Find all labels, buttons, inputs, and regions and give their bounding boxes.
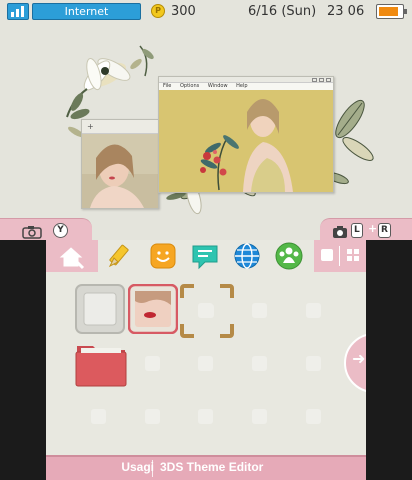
right-bezel [366, 240, 412, 480]
theme-editor-label: 3DS Theme Editor [160, 460, 264, 474]
arrow-right-icon: ➜ [352, 349, 366, 368]
left-bezel [0, 240, 46, 480]
grid-slot [91, 409, 106, 424]
top-screen: Internet P 300 6/16 (Sun) 23 06 + File O… [0, 0, 412, 240]
wallpaper: + File Options Window Help [0, 24, 412, 240]
status-bar: Internet P 300 6/16 (Sun) 23 06 [0, 0, 412, 24]
cursor-brackets-icon [180, 284, 234, 338]
menu-help[interactable]: Help [236, 83, 247, 89]
menu-window[interactable]: Window [208, 83, 228, 89]
view-toggle-icon [321, 246, 359, 266]
selection-cursor [180, 284, 234, 338]
portrait-photo-2 [159, 90, 333, 192]
notifications-tool[interactable] [190, 241, 220, 271]
empty-slot-app[interactable] [75, 284, 125, 334]
home-settings-icon [59, 247, 85, 270]
front-window-menubar: File Options Window Help [159, 83, 333, 90]
grid-slot [145, 356, 160, 371]
camera-icon-right [333, 226, 347, 238]
front-window-titlebar [159, 77, 333, 83]
portrait-photo-1 [82, 134, 158, 208]
bottom-screen: ➜ Usagi 3DS Theme Editor [46, 240, 366, 480]
friend-list-tool[interactable] [274, 241, 304, 271]
grid-slot [145, 409, 160, 424]
grid-slot [198, 356, 213, 371]
miiverse-tool[interactable] [148, 241, 178, 271]
pencil-icon [108, 244, 129, 268]
play-coin-icon: P [151, 4, 165, 18]
l-button-icon: L [351, 223, 363, 238]
theme-name: Usagi [121, 460, 154, 474]
plus-glyph: + [368, 222, 378, 235]
r-button-icon: R [378, 223, 391, 238]
y-button-icon: Y [53, 223, 68, 238]
open-folder-app[interactable] [75, 340, 127, 390]
back-window-titlebar: + [82, 120, 158, 134]
internet-browser-tool[interactable] [232, 241, 262, 271]
grid-slot [252, 356, 267, 371]
view-toggle-tab[interactable] [314, 240, 366, 272]
globe-icon [234, 243, 260, 269]
play-coin-count: 300 [171, 4, 196, 19]
home-settings-tab[interactable] [46, 240, 98, 272]
menu-options[interactable]: Options [180, 83, 199, 89]
menu-file[interactable]: File [163, 83, 171, 89]
camera-icon [22, 226, 42, 239]
grid-slot [306, 303, 321, 318]
connection-label: Internet [32, 3, 141, 20]
back-photo-window: + [81, 119, 159, 209]
friends-icon [275, 242, 303, 270]
wifi-signal-icon [7, 3, 29, 20]
chat-bubble-icon [192, 245, 218, 270]
theme-footer: Usagi 3DS Theme Editor [46, 455, 366, 480]
smile-icon [150, 243, 176, 269]
selected-photo-app[interactable] [127, 283, 179, 335]
grid-slot [252, 303, 267, 318]
grid-slot [306, 356, 321, 371]
folder-icon [75, 346, 127, 387]
footer-divider [152, 460, 153, 477]
date-label: 6/16 (Sun) [248, 4, 317, 19]
blank-app-icon [75, 284, 125, 334]
scroll-right-button[interactable]: ➜ [344, 333, 366, 393]
top-toolbar [46, 240, 366, 272]
battery-icon [376, 4, 407, 19]
front-photo-window: File Options Window Help [158, 76, 334, 193]
grid-slot [198, 409, 213, 424]
pencil-tool[interactable] [106, 241, 136, 271]
photo-app-icon [127, 283, 179, 335]
grid-slot [306, 409, 321, 424]
grid-slot [252, 409, 267, 424]
time-label: 23 06 [327, 4, 365, 19]
